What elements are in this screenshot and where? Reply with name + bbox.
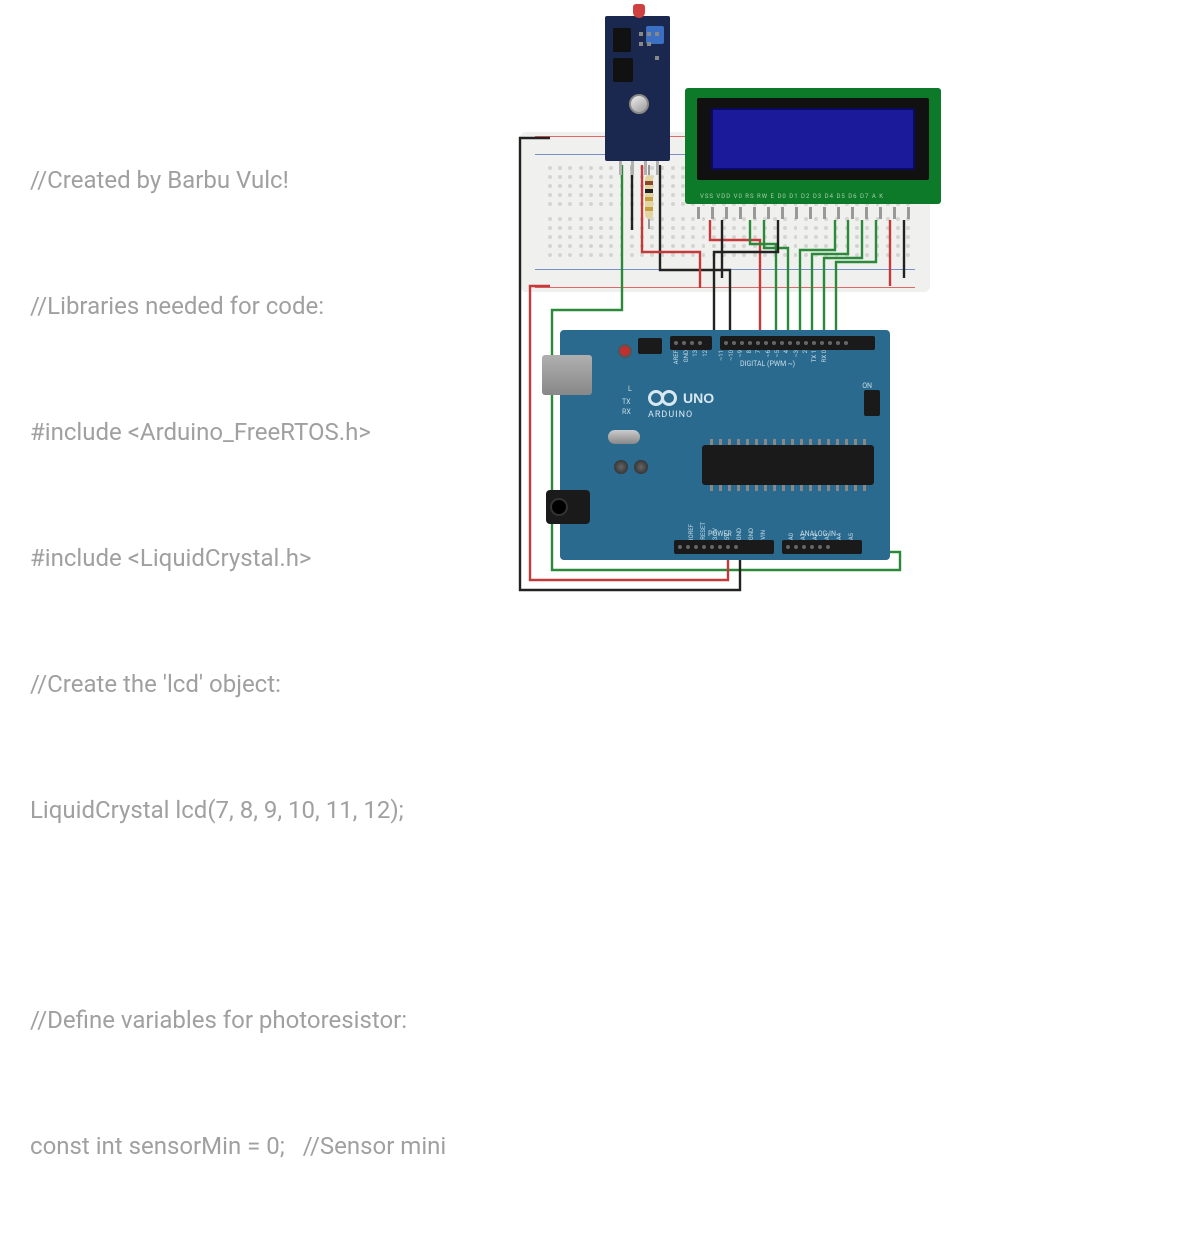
icsp-header	[638, 338, 662, 354]
ic-chip	[613, 58, 633, 82]
led-icon	[633, 4, 645, 18]
code-line: //Created by Barbu Vulc!	[30, 159, 530, 201]
code-line: //Libraries needed for code:	[30, 285, 530, 327]
code-listing: //Created by Barbu Vulc! //Libraries nee…	[30, 75, 530, 1260]
reset-button[interactable]	[618, 344, 632, 358]
capacitor-icon	[614, 460, 628, 474]
arduino-model: UNO	[683, 390, 714, 406]
icsp-header	[864, 390, 880, 416]
ic-chip	[613, 28, 631, 52]
code-line: LiquidCrystal lcd(7, 8, 9, 10, 11, 12);	[30, 789, 530, 831]
tx-led-label: TX	[622, 398, 631, 406]
code-line: const int sensorMax = 500; //Sensor ma	[30, 1251, 530, 1260]
code-line: const int sensorMin = 0; //Sensor mini	[30, 1125, 530, 1167]
lcd-16x2: VSS VDD V0 RS RW E D0 D1 D2 D3 D4 D5 D6 …	[685, 88, 941, 204]
code-line: #include <Arduino_FreeRTOS.h>	[30, 411, 530, 453]
photoresistor-module	[605, 16, 670, 161]
crystal-icon	[608, 430, 640, 444]
code-line: //Create the 'lcd' object:	[30, 663, 530, 705]
arduino-brand: ARDUINO	[648, 410, 693, 420]
code-line: //Define variables for photoresistor:	[30, 999, 530, 1041]
trimmer-knob-icon	[629, 94, 649, 114]
l-led-label: L	[628, 385, 632, 393]
usb-port-icon	[542, 355, 592, 395]
digital-section-label: DIGITAL (PWM ~)	[740, 360, 795, 368]
rx-led-label: RX	[622, 408, 631, 416]
arduino-logo: UNO	[648, 390, 714, 406]
capacitor-icon	[634, 460, 648, 474]
lcd-screen	[711, 108, 915, 170]
lcd-pin-legend: VSS VDD V0 RS RW E D0 D1 D2 D3 D4 D5 D6 …	[700, 193, 884, 200]
wiring-diagram: VSS VDD V0 RS RW E D0 D1 D2 D3 D4 D5 D6 …	[460, 70, 930, 600]
power-jack-icon	[546, 490, 590, 524]
analog-header	[782, 540, 862, 554]
digital-header	[670, 336, 712, 350]
power-header	[674, 540, 774, 554]
lcd-pins	[675, 207, 925, 217]
code-line: #include <LiquidCrystal.h>	[30, 537, 530, 579]
arduino-uno: UNO ARDUINO DIGITAL (PWM ~) POWER ANALOG…	[560, 330, 890, 560]
digital-header	[720, 336, 875, 350]
resistor	[645, 175, 653, 219]
on-led-label: ON	[862, 382, 872, 390]
atmega-chip-icon	[702, 445, 874, 485]
